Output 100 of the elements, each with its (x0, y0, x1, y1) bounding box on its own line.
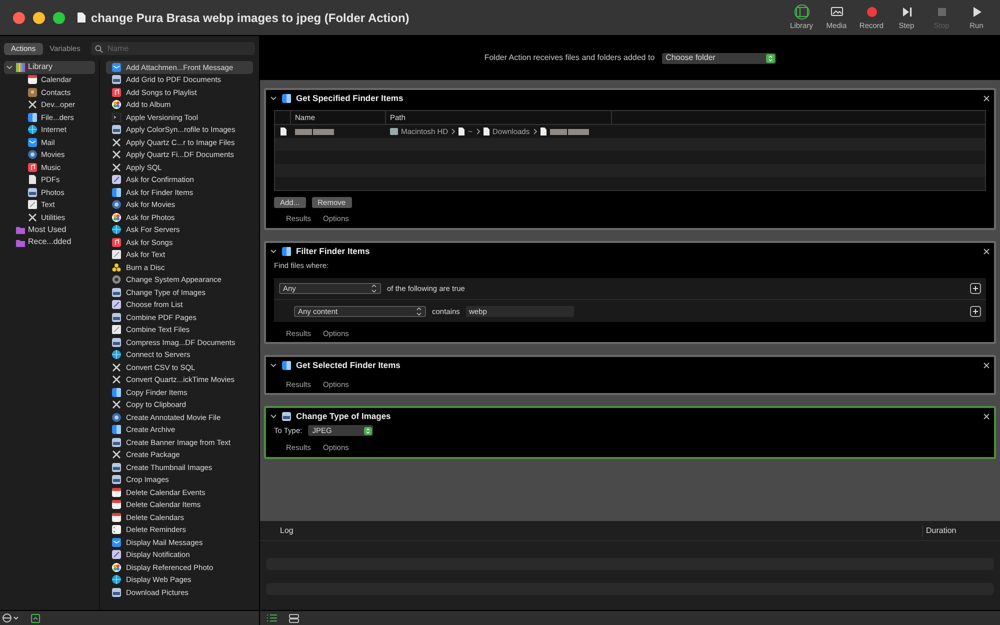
tools-icon (112, 138, 121, 147)
finder-face-icon (28, 112, 37, 122)
chevron-icon[interactable] (6, 64, 13, 71)
zoom-window-button[interactable] (53, 12, 65, 24)
chevron-icon[interactable] (270, 362, 277, 369)
chevron-icon (532, 128, 537, 135)
calendar-icon (28, 75, 37, 84)
image-preview-icon (112, 462, 121, 472)
finder-face-icon (282, 246, 291, 256)
tools-icon (112, 162, 121, 172)
image-preview-icon (112, 288, 121, 297)
image-preview-icon (112, 475, 121, 484)
calendar-icon (112, 512, 121, 522)
list-view-icon[interactable] (267, 614, 277, 622)
globe-icon (112, 350, 121, 360)
chevron-icon[interactable] (270, 94, 277, 102)
photos-flower-icon (112, 100, 121, 110)
film-reel-icon (28, 150, 37, 160)
globe-icon (112, 575, 121, 584)
chevron-icon (476, 128, 480, 135)
chevron-icon[interactable] (270, 412, 277, 420)
folder-dropdown[interactable]: Choose folder (662, 52, 776, 64)
library-item[interactable]: Library (4, 61, 95, 74)
search-icon (95, 44, 104, 52)
image-preview-icon (112, 588, 121, 597)
finder-face-icon (112, 388, 121, 397)
terminal-icon (112, 112, 121, 122)
text-document-icon (112, 250, 121, 260)
action-title: Get Specified Finder Items (296, 92, 404, 104)
add-icon[interactable] (970, 283, 981, 294)
sidebar-panel-icon (794, 4, 810, 20)
document-icon (458, 127, 466, 136)
close-icon[interactable] (983, 248, 990, 254)
books-icon (16, 62, 25, 72)
column-header[interactable]: Duration (922, 524, 1000, 536)
chevron-icon (451, 128, 456, 135)
music-note-icon (28, 162, 37, 172)
finder-face-icon (282, 94, 291, 102)
image-preview-icon (112, 75, 121, 84)
document-icon (482, 127, 490, 136)
finder-face-icon (112, 188, 121, 197)
stepper-icon (364, 426, 372, 435)
document-icon (280, 127, 286, 136)
music-note-icon (112, 88, 121, 97)
finder-face-icon (112, 425, 121, 434)
tools-icon (112, 150, 121, 160)
globe-icon (112, 225, 121, 234)
action-title: Filter Finder Items (296, 244, 371, 258)
tools-icon (112, 450, 121, 460)
calendar-icon (112, 500, 121, 510)
image-preview-icon (112, 438, 121, 447)
library-item[interactable]: Most Used (4, 224, 95, 236)
close-window-button[interactable] (13, 12, 25, 24)
photos-flower-icon (112, 562, 121, 572)
add-icon[interactable] (970, 306, 981, 317)
close-icon[interactable] (983, 412, 990, 420)
action-title: Change Type of Images (296, 410, 392, 423)
photos-flower-icon (112, 212, 121, 222)
contacts-book-icon (28, 88, 37, 97)
globe-icon (28, 125, 37, 134)
stepper-icon (371, 284, 377, 294)
image-preview-icon (28, 188, 37, 197)
tools-icon (28, 212, 37, 222)
tools-icon (112, 400, 121, 410)
close-icon[interactable] (983, 362, 990, 369)
minimize-window-button[interactable] (33, 12, 45, 24)
tools-icon (112, 362, 121, 372)
text-document-icon (112, 325, 121, 334)
finder-face-icon (282, 360, 291, 370)
folder-action-label: Folder Action receives files and folders added to (484, 52, 655, 64)
image-preview-icon (112, 312, 121, 322)
gear-icon (112, 275, 121, 284)
library-item[interactable]: Rece...dded (4, 236, 95, 248)
envelope-icon (28, 138, 37, 147)
image-preview-icon (112, 338, 121, 347)
pdf-document-icon (28, 175, 37, 184)
stepper-icon (416, 306, 422, 316)
image-preview-icon (282, 412, 291, 421)
tools-icon (28, 100, 37, 110)
image-preview-icon (112, 125, 121, 134)
tools-icon (112, 375, 121, 384)
document-icon (540, 127, 547, 136)
music-note-icon (112, 238, 121, 247)
window-title: change Pura Brasa webp images to jpeg (Folder Action) (91, 10, 410, 26)
text-document-icon (28, 200, 37, 210)
checklist-icon (112, 525, 121, 534)
chevron-icon[interactable] (270, 248, 277, 254)
envelope-icon (112, 538, 121, 547)
action-menu-icon[interactable] (2, 613, 19, 623)
description-icon[interactable] (31, 614, 40, 622)
film-reel-icon (112, 412, 121, 422)
search-field[interactable]: Name (91, 42, 255, 55)
envelope-icon (112, 62, 121, 72)
close-icon[interactable] (983, 94, 990, 102)
film-reel-icon (112, 200, 121, 210)
calendar-icon (112, 488, 121, 497)
document-icon (77, 12, 86, 23)
stepper-icon (766, 54, 775, 62)
split-view-icon[interactable] (289, 614, 299, 622)
column-header[interactable]: Log (260, 524, 922, 536)
